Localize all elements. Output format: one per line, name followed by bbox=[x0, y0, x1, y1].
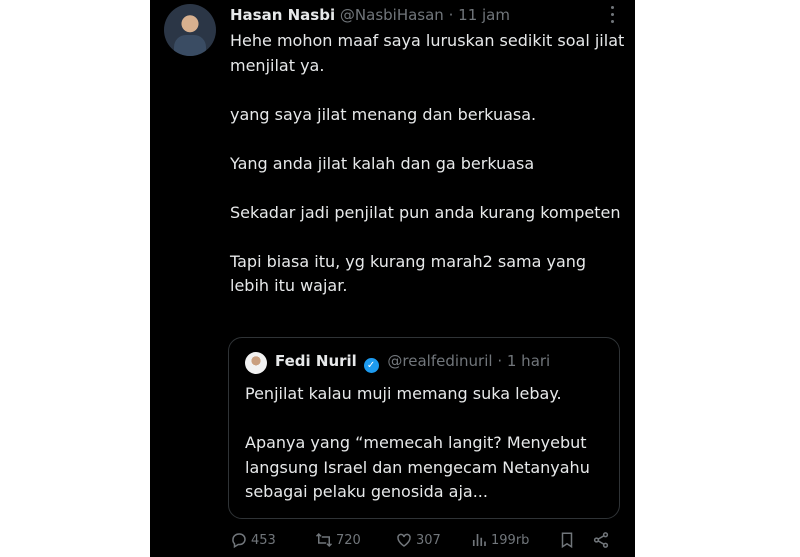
quoted-paragraph: Penjilat kalau muji memang suka lebay. bbox=[245, 384, 562, 403]
tweet-paragraph: Yang anda jilat kalah dan ga berkuasa bbox=[230, 153, 535, 173]
author-avatar[interactable] bbox=[164, 4, 216, 56]
quoted-tweet-text: Penjilat kalau muji memang suka lebay. A… bbox=[245, 382, 615, 505]
share-icon bbox=[593, 532, 609, 548]
heart-icon bbox=[397, 533, 411, 547]
repost-count: 720 bbox=[336, 532, 361, 548]
share-button[interactable] bbox=[592, 531, 613, 549]
tweet-paragraph: Tapi biasa itu, yg kurang marah2 sama ya… bbox=[230, 251, 587, 296]
quoted-paragraph: Apanya yang “memecah langit? Menyebut la… bbox=[245, 433, 590, 501]
like-button[interactable]: 307 bbox=[395, 531, 441, 549]
more-options-icon[interactable] bbox=[611, 6, 615, 24]
quoted-tweet[interactable]: Fedi Nuril ✓ @realfedinuril · 1 hari Pen… bbox=[228, 337, 620, 519]
quoted-header-separator: · bbox=[497, 352, 503, 370]
view-count: 199rb bbox=[491, 532, 530, 548]
views-icon bbox=[472, 534, 486, 546]
quoted-tweet-header: Fedi Nuril ✓ @realfedinuril · 1 hari bbox=[275, 352, 550, 373]
repost-icon bbox=[315, 532, 333, 548]
like-count: 307 bbox=[416, 532, 441, 548]
reply-button[interactable]: 453 bbox=[230, 531, 276, 549]
quoted-tweet-time[interactable]: 1 hari bbox=[507, 352, 550, 370]
tweet-paragraph: yang saya jilat menang dan berkuasa. bbox=[230, 104, 537, 124]
author-handle[interactable]: @NasbiHasan bbox=[340, 6, 444, 24]
tweet-panel: Hasan Nasbi @NasbiHasan · 11 jam Hehe mo… bbox=[150, 0, 635, 557]
tweet-paragraph: Hehe mohon maaf saya luruskan sedikit so… bbox=[230, 31, 625, 75]
quoted-author-name[interactable]: Fedi Nuril bbox=[275, 352, 357, 370]
views-button[interactable]: 199rb bbox=[470, 531, 529, 549]
tweet-header: Hasan Nasbi @NasbiHasan · 11 jam bbox=[230, 6, 510, 24]
reply-icon bbox=[232, 533, 246, 549]
reply-count: 453 bbox=[251, 532, 276, 548]
bookmark-button[interactable] bbox=[558, 531, 579, 549]
quoted-author-avatar[interactable] bbox=[245, 352, 267, 374]
author-name[interactable]: Hasan Nasbi bbox=[230, 6, 335, 24]
verified-badge-icon: ✓ bbox=[363, 358, 379, 373]
tweet-time[interactable]: 11 jam bbox=[458, 6, 510, 24]
action-bar: 453 720 307 199rb bbox=[230, 531, 630, 555]
tweet-paragraph: Sekadar jadi penjilat pun anda kurang ko… bbox=[230, 202, 621, 222]
quoted-author-handle[interactable]: @realfedinuril bbox=[387, 352, 492, 370]
repost-button[interactable]: 720 bbox=[315, 531, 361, 549]
tweet-text: Hehe mohon maaf saya luruskan sedikit so… bbox=[230, 29, 625, 299]
header-separator: · bbox=[448, 6, 454, 24]
bookmark-icon bbox=[561, 532, 573, 549]
